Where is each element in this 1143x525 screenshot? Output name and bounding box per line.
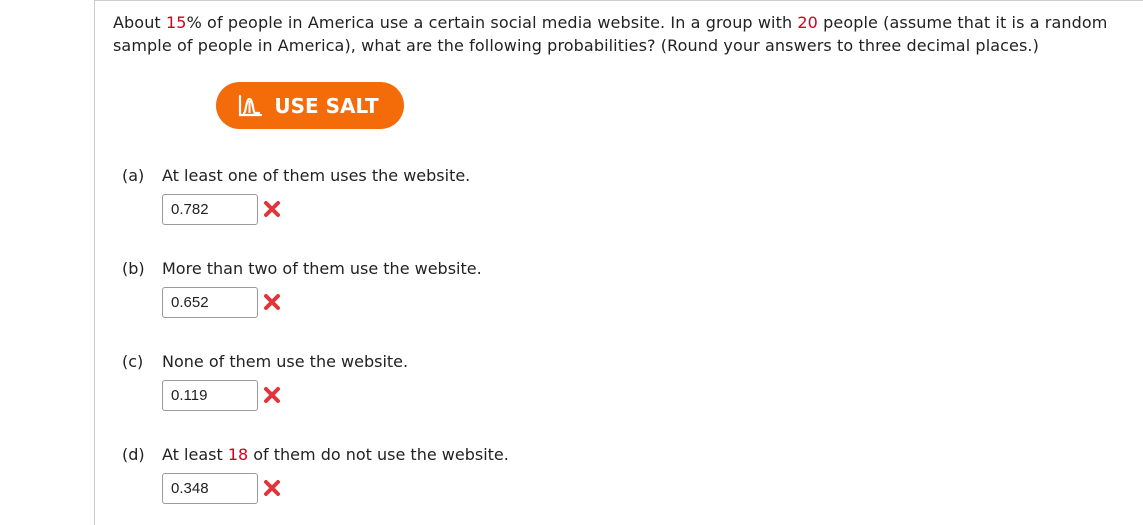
part-c-letter: (c) [122, 352, 144, 371]
part-a-answer-input[interactable] [162, 194, 258, 225]
part-b-letter: (b) [122, 259, 145, 278]
question-text: About 15% of people in America use a cer… [113, 13, 1108, 55]
part-b-answer-input[interactable] [162, 287, 258, 318]
salt-distribution-icon [239, 94, 263, 116]
part-b-prompt: (b) More than two of them use the website… [122, 259, 482, 279]
part-a-prompt: (a) At least one of them uses the website… [122, 166, 470, 186]
part-c-answer-input[interactable] [162, 380, 258, 411]
part-d-answer-input[interactable] [162, 473, 258, 504]
part-b-text: More than two of them use the website. [162, 259, 482, 278]
part-d-count: 18 [227, 445, 249, 464]
use-salt-button[interactable]: USE SALT [216, 82, 404, 129]
percent-value: 15 [166, 13, 187, 32]
incorrect-x-icon [264, 387, 280, 403]
part-a-text: At least one of them uses the website. [162, 166, 471, 185]
incorrect-x-icon [264, 294, 280, 310]
part-d-letter: (d) [122, 445, 145, 464]
use-salt-label: USE SALT [274, 93, 379, 118]
incorrect-x-icon [264, 480, 280, 496]
group-size-value: 20 [797, 13, 818, 32]
part-c-prompt: (c) None of them use the website. [122, 352, 408, 372]
part-a-letter: (a) [122, 166, 145, 185]
part-c-text: None of them use the website. [162, 352, 409, 371]
incorrect-x-icon [264, 201, 280, 217]
part-d-prompt: (d) At least 18 of them do not use the we… [122, 445, 509, 464]
